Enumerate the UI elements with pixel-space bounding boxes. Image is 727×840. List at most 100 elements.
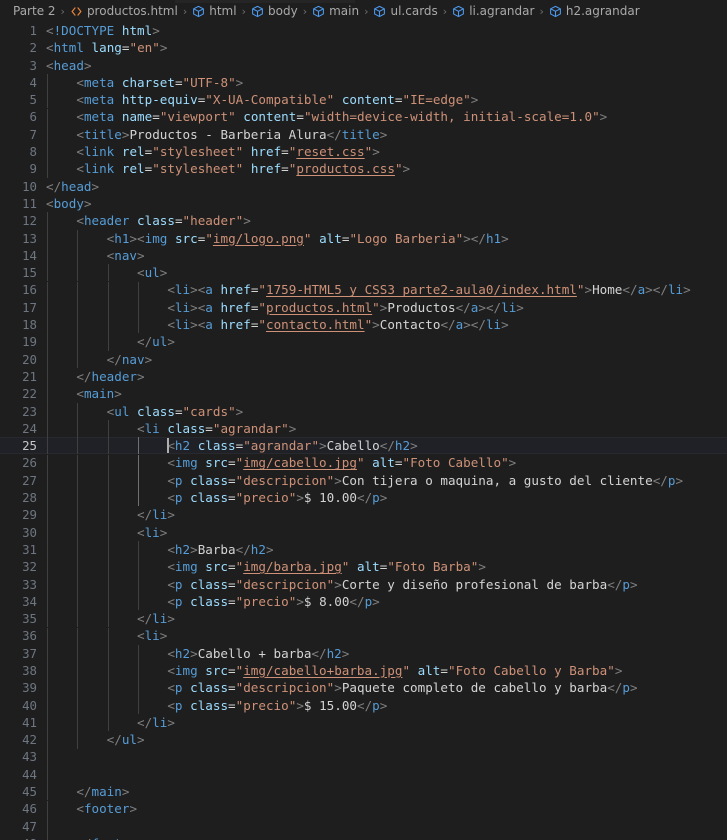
line-number: 31 xyxy=(22,541,37,557)
code-line[interactable]: 37 <h2>Cabello + barba</h2> xyxy=(0,645,727,662)
code-line[interactable]: 48 </footer> xyxy=(0,835,727,840)
code-line[interactable]: 7 <title>Productos - Barberia Alura</tit… xyxy=(0,126,727,143)
code-line[interactable]: 43 xyxy=(0,748,727,765)
code-line[interactable]: 33 <p class="descripcion">Corte y diseño… xyxy=(0,576,727,593)
code-line[interactable]: 8 <link rel="stylesheet" href="reset.css… xyxy=(0,143,727,160)
code-text: <header class="header"> xyxy=(76,213,251,229)
code-editor[interactable]: 1 <!DOCTYPE html> 2 <html lang="en"> 3 <head>… xyxy=(0,22,727,840)
line-number: 34 xyxy=(22,593,37,609)
code-line[interactable]: 1 <!DOCTYPE html> xyxy=(0,22,727,39)
code-line[interactable]: 12 <header class="header"> xyxy=(0,212,727,229)
code-line[interactable]: 45 </main> xyxy=(0,783,727,800)
code-line[interactable]: 17 <li><a href="productos.html">Producto… xyxy=(0,299,727,316)
code-text: <li><a href="contacto.html">Contacto</a>… xyxy=(167,317,509,333)
code-text: <p class="precio">$ 10.00</p> xyxy=(167,490,388,506)
line-number: 40 xyxy=(22,697,37,713)
code-text: <p class="precio">$ 8.00</p> xyxy=(167,593,380,609)
code-text: </main> xyxy=(76,784,130,800)
code-line[interactable]: 16 <li><a href="1759-HTML5 y CSS3 parte2… xyxy=(0,281,727,298)
code-line[interactable]: 19 </ul> xyxy=(0,333,727,350)
line-number: 15 xyxy=(22,265,37,281)
code-line[interactable]: 25 <h2 class="agrandar">Cabello</h2> xyxy=(0,437,727,455)
line-number: 41 xyxy=(22,714,37,730)
code-line[interactable]: 22 <main> xyxy=(0,385,727,402)
code-line[interactable]: 31 <h2>Barba</h2> xyxy=(0,541,727,558)
code-line[interactable]: 3 <head> xyxy=(0,57,727,74)
code-line[interactable]: 21 </header> xyxy=(0,368,727,385)
breadcrumb-item-ul-cards[interactable]: ul.cards xyxy=(372,4,438,18)
code-line[interactable]: 29 </li> xyxy=(0,506,727,523)
line-number: 45 xyxy=(22,784,37,800)
code-text: <p class="descripcion">Corte y diseño pr… xyxy=(167,576,638,592)
code-text: <p class="precio">$ 15.00</p> xyxy=(167,697,388,713)
code-text: <nav> xyxy=(106,247,145,263)
breadcrumb-item-h2-agrandar[interactable]: h2.agrandar xyxy=(548,4,641,18)
code-line[interactable]: 20 </nav> xyxy=(0,351,727,368)
code-line[interactable]: 46 <footer> xyxy=(0,800,727,817)
code-text: <meta name="viewport" content="width=dev… xyxy=(76,109,608,125)
symbol-field-icon xyxy=(251,5,264,18)
line-number: 14 xyxy=(22,247,37,263)
code-line[interactable]: 5 <meta http-equiv="X-UA-Compatible" con… xyxy=(0,91,727,108)
code-line[interactable]: 18 <li><a href="contacto.html">Contacto<… xyxy=(0,316,727,333)
code-line[interactable]: 28 <p class="precio">$ 10.00</p> xyxy=(0,489,727,506)
breadcrumb-separator: › xyxy=(182,4,188,18)
line-number: 21 xyxy=(22,368,37,384)
breadcrumb-item-productos-html[interactable]: productos.html xyxy=(69,4,179,18)
code-line[interactable]: 10 </head> xyxy=(0,178,727,195)
line-number: 9 xyxy=(29,161,37,177)
code-line[interactable]: 11 <body> xyxy=(0,195,727,212)
code-line[interactable]: 47 xyxy=(0,818,727,835)
code-line[interactable]: 24 <li class="agrandar"> xyxy=(0,420,727,437)
code-line[interactable]: 38 <img src="img/cabello+barba.jpg" alt=… xyxy=(0,662,727,679)
code-line[interactable]: 6 <meta name="viewport" content="width=d… xyxy=(0,108,727,125)
line-number: 33 xyxy=(22,576,37,592)
line-number: 25 xyxy=(22,438,37,454)
line-number: 6 xyxy=(29,109,37,125)
code-text: <ul> xyxy=(137,265,168,281)
breadcrumb-item-body[interactable]: body xyxy=(250,4,299,18)
line-number: 39 xyxy=(22,680,37,696)
code-line[interactable]: 14 <nav> xyxy=(0,247,727,264)
code-line[interactable]: 35 </li> xyxy=(0,610,727,627)
code-line[interactable]: 26 <img src="img/cabello.jpg" alt="Foto … xyxy=(0,454,727,471)
breadcrumb-separator: › xyxy=(364,4,369,18)
line-number: 36 xyxy=(22,628,37,644)
line-number: 1 xyxy=(29,23,37,38)
code-line[interactable]: 23 <ul class="cards"> xyxy=(0,403,727,420)
code-line[interactable]: 15 <ul> xyxy=(0,264,727,281)
line-number: 23 xyxy=(22,403,37,419)
line-number: 2 xyxy=(29,40,37,56)
code-line[interactable]: 9 <link rel="stylesheet" href="productos… xyxy=(0,160,727,177)
line-number: 4 xyxy=(29,74,37,90)
code-text: <p class="descripcion">Con tijera o maqu… xyxy=(167,472,684,488)
code-text: </header> xyxy=(76,368,145,384)
breadcrumb-item-html[interactable]: html xyxy=(191,4,237,18)
breadcrumb-separator: › xyxy=(60,4,65,18)
code-line[interactable]: 44 xyxy=(0,766,727,783)
code-line[interactable]: 30 <li> xyxy=(0,524,727,541)
code-line[interactable]: 40 <p class="precio">$ 15.00</p> xyxy=(0,697,727,714)
breadcrumb-item-parte-2[interactable]: Parte 2 xyxy=(12,4,57,18)
code-line[interactable]: 2 <html lang="en"> xyxy=(0,39,727,56)
code-text: </footer> xyxy=(46,835,727,840)
code-line[interactable]: 36 <li> xyxy=(0,627,727,644)
code-line[interactable]: 32 <img src="img/barba.jpg" alt="Foto Ba… xyxy=(0,558,727,575)
line-number: 38 xyxy=(22,662,37,678)
code-lines[interactable]: 1 <!DOCTYPE html> 2 <html lang="en"> 3 <head>… xyxy=(0,22,727,840)
code-line[interactable]: 27 <p class="descripcion">Con tijera o m… xyxy=(0,472,727,489)
breadcrumb-item-main[interactable]: main xyxy=(311,4,360,18)
code-text: </li> xyxy=(137,611,175,627)
line-number: 32 xyxy=(22,559,37,575)
code-line[interactable]: 42 </ul> xyxy=(0,731,727,748)
code-line[interactable]: 34 <p class="precio">$ 8.00</p> xyxy=(0,593,727,610)
line-number: 27 xyxy=(22,472,37,488)
code-text: <main> xyxy=(76,386,122,402)
code-text: <link rel="stylesheet" href="reset.css"> xyxy=(76,144,380,160)
code-line[interactable]: 4 <meta charset="UTF-8"> xyxy=(0,74,727,91)
breadcrumb-item-li-agrandar[interactable]: li.agrandar xyxy=(451,4,535,18)
code-line[interactable]: 41 </li> xyxy=(0,714,727,731)
code-line[interactable]: 13 <h1><img src="img/logo.png" alt="Logo… xyxy=(0,230,727,247)
code-line[interactable]: 39 <p class="descripcion">Paquete comple… xyxy=(0,679,727,696)
symbol-field-icon xyxy=(549,5,562,18)
